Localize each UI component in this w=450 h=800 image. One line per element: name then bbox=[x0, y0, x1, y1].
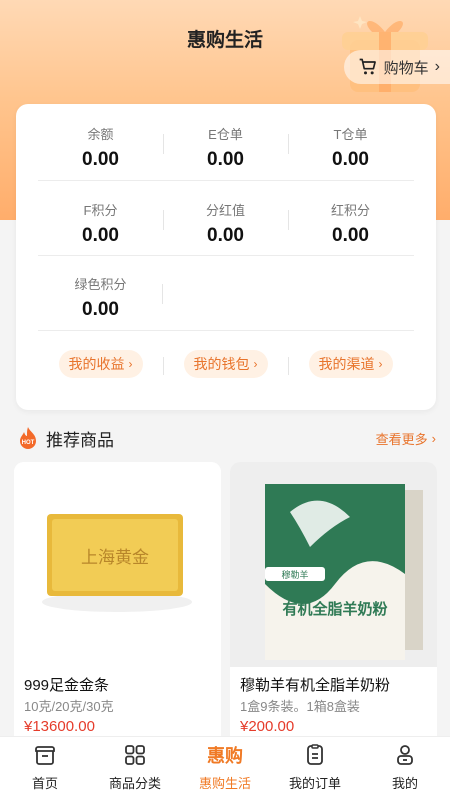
stat-value: 0.00 bbox=[82, 225, 119, 246]
stat-t-receipt[interactable]: T仓单 0.00 bbox=[288, 108, 413, 182]
stat-red-points[interactable]: 红积分 0.00 bbox=[288, 184, 413, 258]
tab-profile[interactable]: 我的 bbox=[360, 737, 450, 800]
tab-label: 惠购生活 bbox=[198, 776, 251, 791]
tab-category[interactable]: 商品分类 bbox=[90, 737, 180, 800]
view-more-label: 查看更多 bbox=[375, 431, 428, 447]
order-icon bbox=[307, 744, 323, 765]
stat-label: T仓单 bbox=[333, 127, 368, 142]
stat-label: E仓单 bbox=[208, 127, 243, 142]
bottom-tab-bar: 首页 商品分类 惠购 惠购生活 我的订单 我的 bbox=[0, 736, 450, 800]
page-title: 惠购生活 bbox=[186, 30, 263, 51]
recommend-header: HOT 推荐商品 查看更多 › bbox=[16, 425, 436, 451]
stat-label: F积分 bbox=[83, 203, 118, 218]
cart-label: 购物车 bbox=[383, 59, 429, 77]
tab-label: 我的订单 bbox=[288, 776, 341, 791]
divider bbox=[38, 180, 414, 181]
chevron-right-icon: › bbox=[378, 357, 383, 371]
package-text: 有机全脂羊奶粉 bbox=[282, 600, 387, 618]
brand-logo-text: 惠购 bbox=[207, 746, 243, 766]
tab-home[interactable]: 首页 bbox=[0, 737, 90, 800]
stat-value: 0.00 bbox=[332, 149, 369, 170]
stat-value: 0.00 bbox=[82, 149, 119, 170]
stat-label: 绿色积分 bbox=[74, 277, 127, 292]
product-name: 穆勒羊有机全脂羊奶粉 bbox=[240, 677, 391, 694]
product-desc: 10克/20克/30克 bbox=[24, 699, 114, 714]
hot-fire-icon: HOT bbox=[20, 427, 36, 449]
link-label: 我的钱包 bbox=[193, 356, 250, 372]
stat-value: 0.00 bbox=[207, 149, 244, 170]
product-price: ¥200.00 bbox=[240, 718, 295, 735]
stat-green-points[interactable]: 绿色积分 0.00 bbox=[38, 258, 163, 332]
stats-row: F积分 0.00 分红值 0.00 红积分 0.00 bbox=[38, 184, 414, 258]
product-card[interactable]: 穆勒羊 有机全脂羊奶粉 穆勒羊有机全脂羊奶粉 1盒9条装。1箱8盒装 ¥200.… bbox=[230, 462, 437, 762]
stats-row: 绿色积分 0.00 bbox=[38, 258, 414, 332]
user-icon bbox=[397, 745, 413, 765]
stat-balance[interactable]: 余额 0.00 bbox=[38, 108, 163, 182]
cart-icon bbox=[359, 58, 376, 75]
tab-huigou-life[interactable]: 惠购 惠购生活 bbox=[180, 737, 270, 800]
tab-label: 我的 bbox=[391, 776, 418, 791]
stat-f-points[interactable]: F积分 0.00 bbox=[38, 184, 163, 258]
divider bbox=[38, 255, 414, 256]
gold-bar-image: 上海黄金 bbox=[14, 462, 221, 667]
chevron-right-icon: › bbox=[431, 430, 436, 446]
divider bbox=[38, 330, 414, 331]
stat-value: 0.00 bbox=[207, 225, 244, 246]
view-more-link[interactable]: 查看更多 › bbox=[376, 429, 436, 448]
goat-milk-image: 穆勒羊 有机全脂羊奶粉 bbox=[230, 462, 437, 667]
stat-value: 0.00 bbox=[82, 299, 119, 320]
stat-dividend[interactable]: 分红值 0.00 bbox=[163, 184, 288, 258]
my-earnings-button[interactable]: 我的收益 › bbox=[58, 350, 143, 378]
chevron-right-icon: › bbox=[253, 357, 258, 371]
stat-label: 分红值 bbox=[205, 203, 245, 218]
home-icon bbox=[35, 746, 55, 765]
stats-card: 余额 0.00 E仓单 0.00 T仓单 0.00 F积分 0.00 分红值 0… bbox=[16, 104, 436, 410]
my-channel-button[interactable]: 我的渠道 › bbox=[308, 350, 393, 378]
category-icon bbox=[125, 745, 145, 765]
chevron-right-icon: › bbox=[434, 58, 440, 75]
product-price: ¥13600.00 bbox=[24, 718, 95, 735]
stat-value: 0.00 bbox=[332, 225, 369, 246]
chevron-right-icon: › bbox=[128, 357, 133, 371]
tab-label: 商品分类 bbox=[108, 776, 161, 791]
stats-row: 余额 0.00 E仓单 0.00 T仓单 0.00 bbox=[38, 108, 414, 182]
link-wrap: 我的收益 › bbox=[38, 350, 163, 378]
product-desc: 1盒9条装。1箱8盒装 bbox=[240, 699, 360, 714]
cart-button[interactable]: 购物车 › bbox=[343, 50, 450, 84]
gold-bar-text: 上海黄金 bbox=[81, 548, 149, 568]
stat-e-receipt[interactable]: E仓单 0.00 bbox=[163, 108, 288, 182]
stat-label: 余额 bbox=[87, 127, 114, 142]
my-wallet-button[interactable]: 我的钱包 › bbox=[183, 350, 268, 378]
recommend-title: 推荐商品 bbox=[46, 430, 114, 450]
tab-orders[interactable]: 我的订单 bbox=[270, 737, 360, 800]
quick-links: 我的收益 › 我的钱包 › 我的渠道 › bbox=[38, 350, 414, 378]
stat-label: 红积分 bbox=[330, 203, 370, 218]
product-card[interactable]: 上海黄金 999足金金条 10克/20克/30克 ¥13600.00 bbox=[14, 462, 221, 762]
link-label: 我的渠道 bbox=[318, 356, 375, 372]
brand-text: 穆勒羊 bbox=[281, 569, 308, 581]
link-label: 我的收益 bbox=[68, 356, 125, 372]
hot-badge-text: HOT bbox=[22, 440, 35, 446]
link-wrap: 我的渠道 › bbox=[288, 350, 413, 378]
product-name: 999足金金条 bbox=[24, 677, 110, 694]
link-wrap: 我的钱包 › bbox=[163, 350, 288, 378]
tab-label: 首页 bbox=[31, 776, 58, 791]
